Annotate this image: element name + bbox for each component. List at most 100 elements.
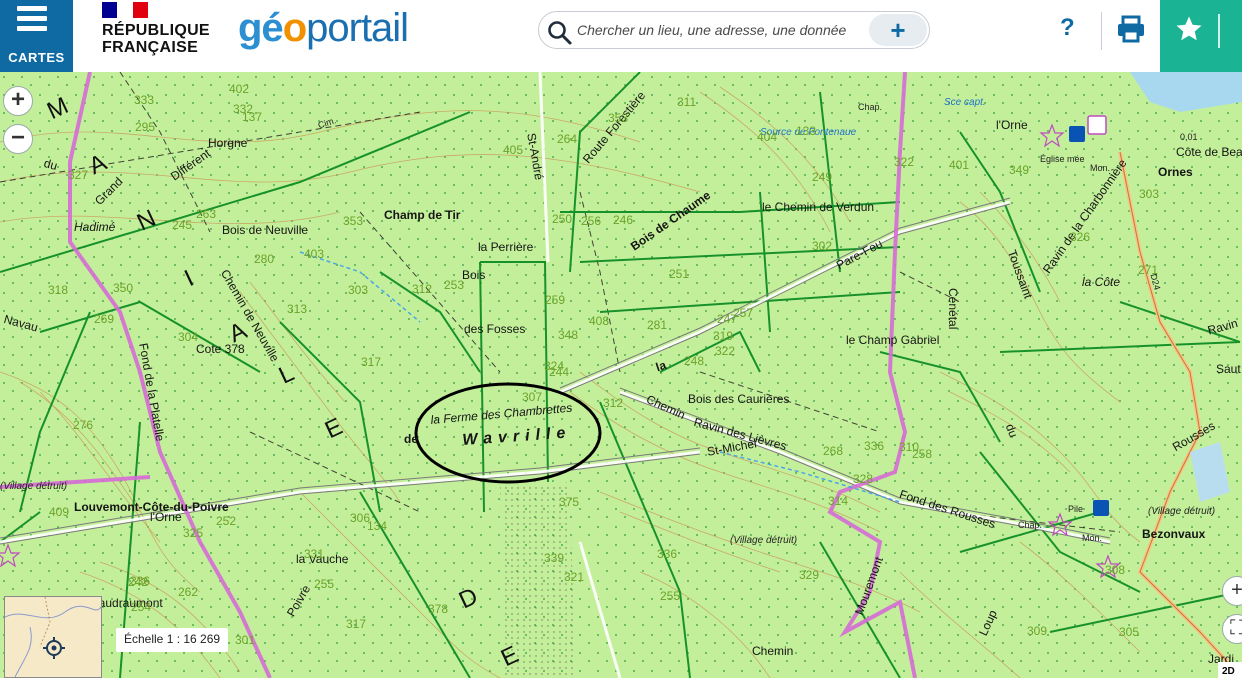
region-letter: A bbox=[224, 316, 251, 349]
altitude-label: 242 bbox=[128, 575, 149, 589]
search-input[interactable] bbox=[577, 18, 867, 42]
altitude-label: 269 bbox=[94, 312, 115, 326]
altitude-label: 339 bbox=[544, 551, 565, 565]
altitude-label: 353 bbox=[608, 111, 629, 125]
altitude-label: 311 bbox=[677, 95, 697, 109]
altitude-label: 280 bbox=[254, 252, 275, 266]
place-label: Wavrille bbox=[461, 424, 572, 449]
place-label: Mon. bbox=[1082, 533, 1103, 543]
place-label: Bois de Chaume bbox=[628, 188, 714, 254]
place-label: (Village détruit) bbox=[730, 535, 798, 546]
overview-minimap[interactable] bbox=[4, 596, 102, 678]
locate-icon[interactable] bbox=[43, 637, 65, 659]
cartes-label: CARTES bbox=[8, 50, 65, 65]
altitude-label: 409 bbox=[49, 505, 70, 519]
view-mode-2d[interactable]: 2D bbox=[1218, 662, 1242, 678]
place-label: St-André bbox=[524, 132, 547, 182]
altitude-label: 328 bbox=[853, 472, 874, 486]
altitude-label: 333 bbox=[134, 93, 155, 107]
map-labels-layer: la Ferme des Chambrettes Wavrille Champ de… bbox=[0, 72, 1242, 678]
altitude-label: 331 bbox=[304, 547, 325, 561]
altitude-label: 264 bbox=[557, 132, 578, 146]
altitude-label: 401 bbox=[949, 158, 970, 172]
altitude-label: 322 bbox=[894, 155, 915, 169]
rf-line2: FRANÇAISE bbox=[102, 39, 199, 56]
add-data-button[interactable]: + bbox=[869, 14, 927, 46]
place-label: la bbox=[654, 357, 668, 375]
altitude-label: 314 bbox=[828, 494, 849, 508]
region-letter: N bbox=[132, 204, 161, 237]
altitude-label: 307 bbox=[522, 390, 543, 404]
place-label: Route Forestière bbox=[580, 88, 649, 166]
altitude-label: 353 bbox=[343, 214, 364, 228]
altitude-label: 322 bbox=[715, 344, 736, 358]
map-canvas[interactable]: la Ferme des Chambrettes Wavrille Champ de… bbox=[0, 72, 1242, 678]
header-bar: CARTES RÉPUBLIQUE FRANÇAISE géoportail +… bbox=[0, 0, 1242, 72]
place-label: Bois de Neuville bbox=[222, 223, 309, 237]
altitude-label: 248 bbox=[684, 354, 705, 368]
altitude-label: 257 bbox=[733, 306, 754, 320]
altitude-label: 350 bbox=[113, 281, 134, 295]
altitude-label: 256 bbox=[581, 214, 602, 228]
altitude-label: 305 bbox=[1119, 625, 1140, 639]
altitude-label: 281 bbox=[647, 318, 668, 332]
altitude-label: 259 bbox=[545, 293, 566, 307]
scale-indicator: Échelle 1 : 16 269 bbox=[116, 628, 229, 652]
place-label: Église mée bbox=[1040, 154, 1085, 164]
altitude-label: 262 bbox=[178, 585, 199, 599]
place-label: Navau bbox=[2, 312, 40, 335]
place-label: le Chemin de Verdun bbox=[762, 200, 875, 214]
logo-part-o: o bbox=[282, 6, 307, 50]
zoom-in-button[interactable]: + bbox=[3, 86, 33, 116]
french-flag-icon bbox=[102, 2, 148, 18]
altitude-label: 332 bbox=[233, 102, 254, 116]
place-label: des Fosses bbox=[464, 322, 526, 336]
altitude-label: 255 bbox=[314, 577, 335, 591]
altitude-label: 324 bbox=[544, 359, 565, 373]
geoportail-logo[interactable]: géoportail bbox=[238, 6, 409, 51]
altitude-label: 271 bbox=[1138, 263, 1159, 277]
republique-francaise-logo[interactable]: RÉPUBLIQUE FRANÇAISE bbox=[102, 2, 210, 56]
place-label: Saut bbox=[1216, 362, 1241, 376]
place-label: 0,01 bbox=[1180, 132, 1198, 142]
altitude-label: 313 bbox=[287, 302, 308, 316]
favorites-button[interactable] bbox=[1160, 0, 1242, 72]
place-label: Ravin bbox=[1206, 316, 1240, 338]
altitude-label: 408 bbox=[589, 314, 610, 328]
place-label: Bois des Caurières bbox=[688, 392, 790, 406]
place-label: Pile bbox=[1068, 504, 1084, 514]
altitude-label: 378 bbox=[428, 602, 449, 616]
altitude-label: 246 bbox=[613, 213, 634, 227]
help-button[interactable]: ? bbox=[1060, 14, 1075, 42]
altitude-label: 327 bbox=[68, 168, 89, 182]
place-label: la Perrière bbox=[478, 240, 534, 254]
place-label: le Champ Gabriel bbox=[846, 333, 940, 347]
zoom-out-button[interactable]: − bbox=[3, 124, 33, 154]
place-label: Poivre bbox=[284, 582, 314, 619]
place-label: l'Orne bbox=[150, 510, 182, 524]
print-icon[interactable] bbox=[1116, 14, 1146, 44]
cartes-menu-button[interactable]: CARTES bbox=[0, 0, 73, 72]
place-label: Loup bbox=[976, 607, 1000, 638]
altitude-label: 402 bbox=[229, 82, 250, 96]
altitude-label: 306 bbox=[350, 511, 371, 525]
altitude-label: 336 bbox=[864, 439, 885, 453]
search-icon[interactable] bbox=[547, 20, 573, 46]
place-label: l'Orne bbox=[996, 118, 1028, 132]
place-label: Chap. bbox=[858, 102, 883, 112]
place-label: Différent bbox=[168, 146, 214, 184]
altitude-label: 263 bbox=[196, 207, 217, 221]
place-label: (Village détruit) bbox=[0, 481, 68, 492]
altitude-label: 255 bbox=[660, 589, 681, 603]
place-label: Horgne bbox=[208, 136, 248, 150]
altitude-label: 348 bbox=[558, 328, 579, 342]
altitude-label: 276 bbox=[73, 418, 94, 432]
altitude-label: 403 bbox=[304, 247, 325, 261]
altitude-label: 404 bbox=[757, 130, 778, 144]
place-label: Côte de Beaumont bbox=[1176, 145, 1242, 159]
altitude-label: 309 bbox=[1027, 624, 1048, 638]
altitude-label: 301 bbox=[235, 633, 256, 647]
place-label: Chap. bbox=[1018, 520, 1043, 530]
altitude-label: 325 bbox=[183, 526, 204, 540]
place-label: Pare-Feu bbox=[834, 236, 885, 273]
